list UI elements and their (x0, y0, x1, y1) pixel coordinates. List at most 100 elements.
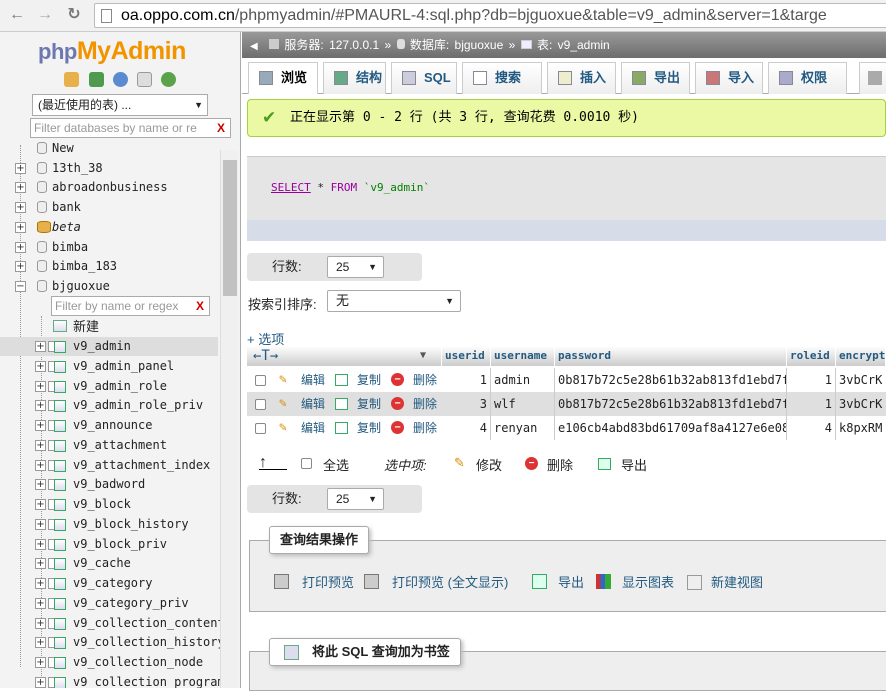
table-icon[interactable] (54, 400, 66, 413)
db-name[interactable]: 13th_38 (52, 159, 103, 178)
table-name[interactable]: v9_category_priv (73, 594, 189, 613)
tab-search[interactable]: 搜索 (462, 62, 542, 94)
reload-icon[interactable]: ↻ (63, 4, 85, 26)
column-arrows-header[interactable]: ←T→ ▼ (247, 346, 442, 366)
row-edit-link[interactable]: 编辑 (301, 416, 325, 440)
db-name[interactable]: abroadonbusiness (52, 178, 168, 197)
db-name[interactable]: bank (52, 198, 81, 217)
row-edit-link[interactable]: 编辑 (301, 368, 325, 392)
tab-import[interactable]: 导入 (695, 62, 763, 94)
expand-toggle-icon[interactable]: + (15, 221, 26, 233)
table-name[interactable]: v9_block (73, 495, 131, 514)
table-icon[interactable] (54, 341, 66, 353)
row-delete-link[interactable]: 删除 (413, 392, 437, 416)
table-name[interactable]: v9_collection_program (73, 673, 225, 688)
clear-filter-button[interactable]: X (212, 119, 230, 137)
sql-select-keyword[interactable]: SELECT (271, 181, 311, 194)
back-icon[interactable]: ← (6, 4, 28, 26)
expand-toggle-icon[interactable]: + (35, 420, 46, 431)
cell-password[interactable]: 0b817b72c5e28b61b32ab813fd1ebd7f (555, 392, 787, 416)
bulk-edit-button[interactable]: 修改 (476, 455, 502, 474)
table-name[interactable]: v9_block_priv (73, 535, 167, 554)
table-name[interactable]: v9_collection_content (73, 614, 225, 633)
db-item[interactable]: + abroadonbusiness (0, 178, 240, 197)
check-all-label[interactable]: 全选 (323, 455, 349, 474)
sort-by-index-select[interactable]: 无 ▼ (327, 290, 461, 312)
table-item[interactable]: + v9_badword (0, 475, 240, 494)
nav-scrollbar-thumb[interactable] (223, 160, 237, 296)
cell-roleid[interactable]: 4 (787, 416, 836, 440)
column-header-roleid[interactable]: roleid (787, 346, 836, 366)
expand-toggle-icon[interactable]: + (35, 597, 46, 609)
table-item[interactable]: + v9_admin_role (0, 377, 240, 396)
expand-toggle-icon[interactable]: + (35, 341, 46, 352)
column-header-encrypt[interactable]: encrypt (836, 346, 886, 366)
expand-toggle-icon[interactable]: + (35, 400, 46, 412)
table-name[interactable]: v9_admin (73, 337, 131, 356)
cell-roleid[interactable]: 1 (787, 368, 836, 392)
expand-toggle-icon[interactable]: + (35, 657, 46, 668)
clear-table-filter-button[interactable]: X (191, 297, 209, 315)
table-icon[interactable] (54, 676, 66, 688)
db-name[interactable]: bimba (52, 238, 88, 257)
expand-toggle-icon[interactable]: + (35, 380, 46, 392)
cell-userid[interactable]: 1 (442, 368, 491, 392)
home-icon[interactable] (64, 72, 79, 87)
print-view-full-link[interactable]: 打印预览 (全文显示) (392, 572, 508, 591)
export-link[interactable]: 导出 (558, 572, 584, 591)
new-table-item[interactable]: 新建 (0, 317, 240, 336)
db-name[interactable]: bimba_183 (52, 257, 117, 276)
table-item[interactable]: + v9_announce (0, 416, 240, 435)
db-item[interactable]: New (0, 139, 240, 158)
table-icon[interactable] (54, 380, 66, 393)
cell-encrypt[interactable]: k8pxRM (836, 416, 886, 440)
table-icon[interactable] (54, 518, 66, 531)
expand-toggle-icon[interactable]: + (35, 499, 46, 510)
table-filter-input[interactable]: Filter by name or regex X (51, 296, 210, 316)
table-item[interactable]: + v9_collection_content (0, 614, 240, 633)
collapse-arrow-icon[interactable]: ◀ (250, 41, 258, 52)
table-name[interactable]: v9_admin_panel (73, 357, 174, 376)
db-filter-input[interactable]: Filter databases by name or re X (30, 118, 231, 138)
table-icon[interactable] (54, 538, 66, 551)
db-name[interactable]: New (52, 139, 74, 158)
bulk-export-button[interactable]: 导出 (621, 455, 647, 474)
expand-toggle-icon[interactable]: + (35, 439, 46, 451)
table-item[interactable]: + v9_collection_program (0, 673, 240, 688)
row-edit-link[interactable]: 编辑 (301, 392, 325, 416)
db-item[interactable]: + bimba_183 (0, 257, 240, 276)
column-header-username[interactable]: username (491, 346, 555, 366)
row-checkbox[interactable] (255, 375, 266, 386)
table-item[interactable]: + v9_admin_role_priv (0, 396, 240, 415)
table-item[interactable]: + v9_block_priv (0, 535, 240, 554)
table-icon[interactable] (54, 578, 66, 590)
print-view-link[interactable]: 打印预览 (302, 572, 354, 591)
cell-userid[interactable]: 3 (442, 392, 491, 416)
db-item[interactable]: + beta (0, 218, 240, 237)
row-checkbox[interactable] (255, 399, 266, 410)
rows-select-top[interactable]: 25 ▼ (327, 256, 384, 278)
cell-password[interactable]: e106cb4abd83bd61709af8a4127e6e08 (555, 416, 787, 440)
cell-username[interactable]: renyan (491, 416, 555, 440)
tab-export[interactable]: 导出 (621, 62, 690, 94)
tab-insert[interactable]: 插入 (547, 62, 616, 94)
db-name[interactable]: bjguoxue (52, 277, 110, 296)
table-item[interactable]: + v9_category (0, 574, 240, 593)
row-copy-link[interactable]: 复制 (357, 392, 381, 416)
table-icon[interactable] (54, 637, 66, 650)
table-icon[interactable] (54, 558, 66, 571)
table-name[interactable]: v9_collection_history (73, 633, 225, 652)
expand-toggle-icon[interactable]: − (15, 280, 26, 292)
table-name[interactable]: v9_category (73, 574, 152, 593)
tab-structure[interactable]: 结构 (323, 62, 386, 94)
tab-privileges[interactable]: 权限 (768, 62, 847, 94)
table-icon[interactable] (54, 657, 66, 669)
table-icon[interactable] (54, 479, 66, 492)
db-item[interactable]: + bank (0, 198, 240, 217)
bulk-delete-button[interactable]: 删除 (547, 455, 573, 474)
table-item[interactable]: + v9_attachment (0, 436, 240, 455)
table-icon[interactable] (54, 617, 66, 630)
table-icon[interactable] (54, 499, 66, 511)
table-name[interactable]: v9_announce (73, 416, 152, 435)
db-item[interactable]: − bjguoxue (0, 277, 240, 296)
